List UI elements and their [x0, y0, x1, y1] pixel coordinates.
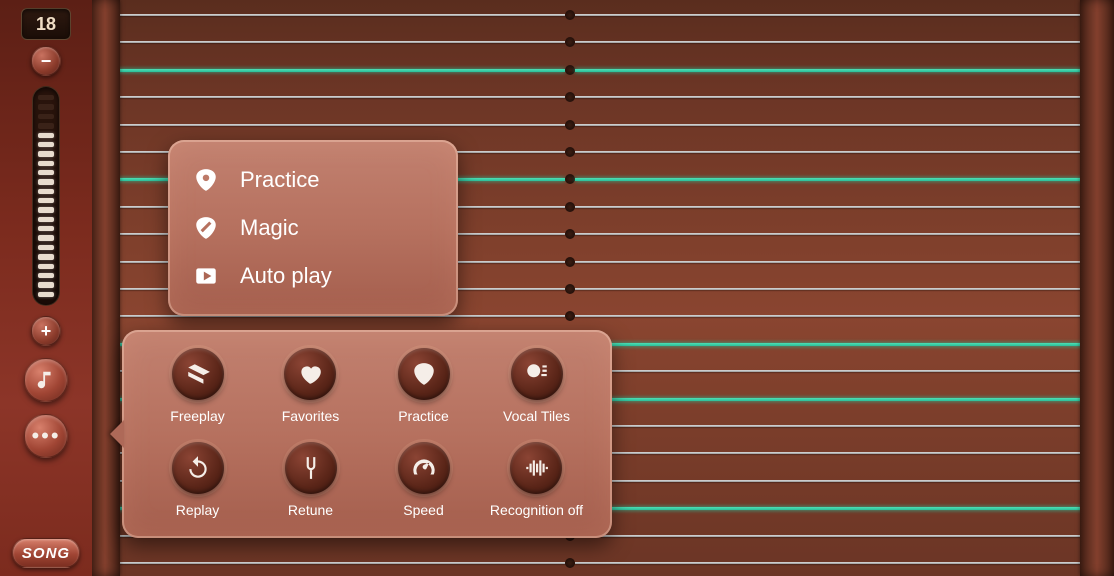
option-freeplay[interactable]: Freeplay — [170, 348, 224, 424]
string[interactable] — [0, 96, 1114, 98]
meter-segment — [38, 198, 54, 203]
bridge-dot-icon — [565, 147, 575, 157]
option-label: Recognition off — [490, 502, 583, 518]
meter-segment — [38, 207, 54, 212]
meter-segment — [38, 292, 54, 297]
option-label: Speed — [403, 502, 443, 518]
string[interactable] — [0, 14, 1114, 16]
string[interactable] — [0, 124, 1114, 126]
music-button[interactable] — [24, 358, 68, 402]
menu-label: Auto play — [240, 263, 332, 289]
option-vocal-tiles[interactable]: Vocal Tiles — [503, 348, 570, 424]
bridge-dot-icon — [565, 202, 575, 212]
bridge-dot-icon — [565, 65, 575, 75]
plus-button[interactable]: + — [31, 316, 61, 346]
meter-segment — [38, 123, 54, 128]
meter-segment — [38, 133, 54, 138]
meter-segment — [38, 226, 54, 231]
option-speed[interactable]: Speed — [398, 442, 450, 518]
meter-segment — [38, 114, 54, 119]
option-practice[interactable]: Practice — [398, 348, 450, 424]
menu-label: Magic — [240, 215, 299, 241]
meter-segment — [38, 95, 54, 100]
meter-segment — [38, 264, 54, 269]
more-icon: ••• — [31, 425, 60, 447]
mode-menu: Practice Magic Auto play — [168, 140, 458, 316]
meter-segment — [38, 217, 54, 222]
meter-segment — [38, 245, 54, 250]
bridge-dot-icon — [565, 229, 575, 239]
meter-segment — [38, 189, 54, 194]
options-panel: Freeplay Favorites Practice Vocal Tiles … — [122, 330, 612, 538]
string[interactable] — [0, 41, 1114, 43]
meter-segment — [38, 235, 54, 240]
meter-segment — [38, 142, 54, 147]
tuning-fork-icon — [298, 455, 324, 481]
meter-segment — [38, 273, 54, 278]
meter-segment — [38, 254, 54, 259]
option-label: Retune — [288, 502, 333, 518]
rail-left — [90, 0, 120, 576]
option-label: Vocal Tiles — [503, 408, 570, 424]
menu-label: Practice — [240, 167, 319, 193]
meter-segment — [38, 104, 54, 109]
option-favorites[interactable]: Favorites — [282, 348, 340, 424]
play-icon — [192, 262, 220, 290]
option-replay[interactable]: Replay — [172, 442, 224, 518]
option-recognition[interactable]: Recognition off — [490, 442, 583, 518]
pick-magic-icon — [192, 214, 220, 242]
rail-right — [1080, 0, 1114, 576]
option-label: Favorites — [282, 408, 340, 424]
more-button[interactable]: ••• — [24, 414, 68, 458]
meter-segment — [38, 282, 54, 287]
bridge-dot-icon — [565, 37, 575, 47]
meter-segment — [38, 151, 54, 156]
pick-icon — [411, 361, 437, 387]
option-retune[interactable]: Retune — [285, 442, 337, 518]
string[interactable] — [0, 151, 1114, 153]
bridge-dot-icon — [565, 120, 575, 130]
menu-item-magic[interactable]: Magic — [186, 204, 440, 252]
meter-segment — [38, 161, 54, 166]
bridge-dot-icon — [565, 10, 575, 20]
bridge-dot-icon — [565, 92, 575, 102]
replay-icon — [185, 455, 211, 481]
option-label: Freeplay — [170, 408, 224, 424]
meter-segment — [38, 179, 54, 184]
meter-segment — [38, 170, 54, 175]
waveform-icon — [523, 455, 549, 481]
string[interactable] — [0, 562, 1114, 564]
string-counter: 18 — [21, 8, 71, 40]
volume-meter[interactable] — [32, 86, 60, 306]
bridge-dot-icon — [565, 174, 575, 184]
menu-item-practice[interactable]: Practice — [186, 156, 440, 204]
sidebar: 18 − + ••• SONG — [0, 0, 92, 576]
gauge-icon — [411, 455, 437, 481]
string[interactable] — [0, 69, 1114, 71]
option-label: Practice — [398, 408, 449, 424]
voice-icon — [524, 361, 550, 387]
heart-icon — [297, 361, 323, 387]
minus-button[interactable]: − — [31, 46, 61, 76]
option-label: Replay — [176, 502, 220, 518]
bridge-dot-icon — [565, 311, 575, 321]
panel-arrow-icon — [110, 420, 124, 448]
music-note-icon — [35, 369, 57, 391]
string[interactable] — [0, 315, 1114, 317]
bridge-dot-icon — [565, 558, 575, 568]
bridge-dot-icon — [565, 257, 575, 267]
menu-item-autoplay[interactable]: Auto play — [186, 252, 440, 300]
freeplay-icon — [185, 361, 211, 387]
bridge-dot-icon — [565, 284, 575, 294]
pick-practice-icon — [192, 166, 220, 194]
song-button[interactable]: SONG — [12, 538, 80, 568]
